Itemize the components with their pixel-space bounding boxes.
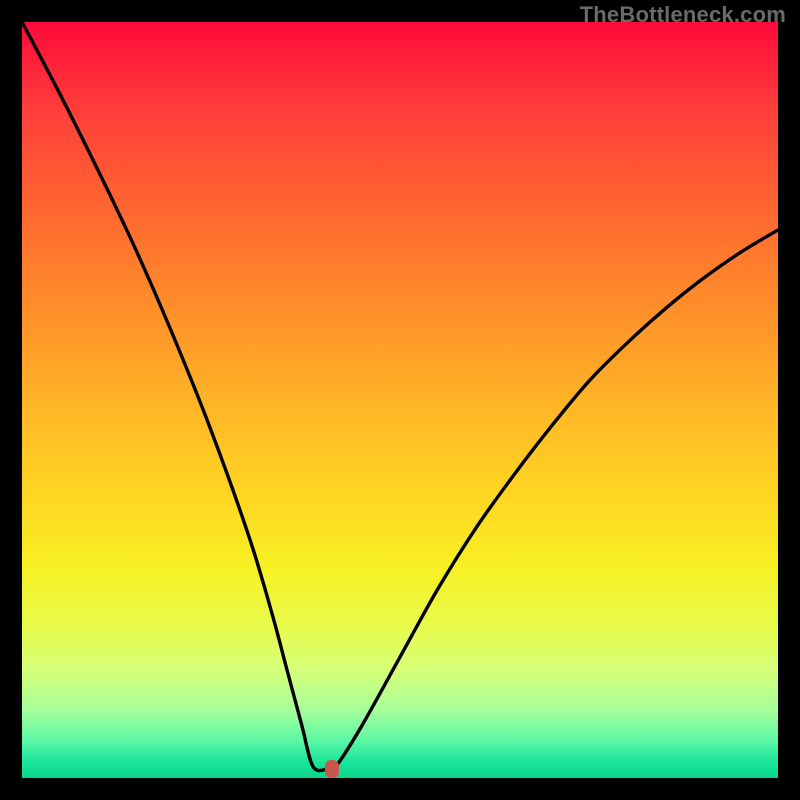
curve-svg bbox=[22, 22, 778, 778]
chart-frame: TheBottleneck.com bbox=[0, 0, 800, 800]
attribution-text: TheBottleneck.com bbox=[580, 2, 786, 28]
bottleneck-curve bbox=[22, 22, 778, 771]
plot-area bbox=[22, 22, 778, 778]
minimum-marker bbox=[325, 760, 339, 778]
